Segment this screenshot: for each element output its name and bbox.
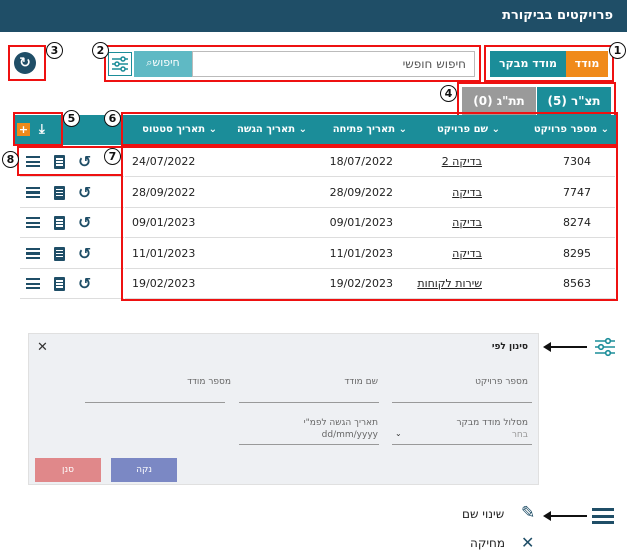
hamburger-menu-icon[interactable] bbox=[26, 217, 40, 228]
date-input-placeholder: dd/mm/yyyy bbox=[321, 430, 378, 440]
field-label: תאריך הגשה לפמ"י bbox=[303, 418, 378, 428]
row-actions: ↺ bbox=[20, 239, 124, 269]
document-icon[interactable] bbox=[54, 185, 65, 200]
badge-3: 3 bbox=[46, 42, 63, 59]
surveyor-name-input[interactable] bbox=[239, 402, 379, 403]
reviewer-route-select[interactable] bbox=[392, 444, 532, 445]
project-number-input[interactable] bbox=[392, 402, 532, 403]
document-icon[interactable] bbox=[54, 246, 65, 261]
document-icon[interactable] bbox=[54, 216, 65, 230]
chevron-down-icon: ⌄ bbox=[395, 429, 402, 438]
field-label: מספר מודד bbox=[187, 377, 231, 387]
delete-menu-item[interactable]: מחיקה bbox=[470, 536, 505, 550]
arrow-line bbox=[549, 346, 587, 348]
badge-4: 4 bbox=[440, 85, 457, 102]
highlight-3 bbox=[8, 45, 46, 81]
history-icon[interactable]: ↺ bbox=[78, 183, 91, 202]
pencil-icon: ✎ bbox=[521, 503, 536, 523]
highlight-8 bbox=[17, 146, 123, 176]
badge-5: 5 bbox=[63, 110, 80, 127]
filter-panel: ✕ סינון לפי מספר פרויקט שם מודד מספר מוד… bbox=[28, 333, 539, 485]
route-select-value: בחר bbox=[511, 430, 528, 440]
highlight-7 bbox=[121, 146, 618, 301]
badge-6: 6 bbox=[104, 110, 121, 127]
field-label: מספר פרויקט bbox=[475, 377, 528, 387]
highlight-2 bbox=[104, 45, 481, 82]
hamburger-menu-icon[interactable] bbox=[26, 186, 40, 198]
badge-2: 2 bbox=[92, 42, 109, 59]
row-actions: ↺ bbox=[20, 208, 124, 238]
delete-x-icon: ✕ bbox=[521, 533, 535, 552]
clear-button[interactable]: נקה bbox=[111, 458, 177, 482]
arrow-line bbox=[549, 515, 587, 517]
badge-1: 1 bbox=[609, 42, 626, 59]
hamburger-menu-icon bbox=[592, 508, 614, 524]
filter-button[interactable]: סנן bbox=[35, 458, 101, 482]
field-label: שם מודד bbox=[344, 377, 378, 387]
document-icon[interactable] bbox=[54, 277, 65, 291]
highlight-5 bbox=[13, 112, 63, 146]
page-title: פרויקטים בביקורת bbox=[502, 8, 613, 23]
badge-8: 8 bbox=[2, 151, 19, 168]
highlight-6 bbox=[121, 112, 618, 146]
hamburger-menu-icon[interactable] bbox=[26, 278, 40, 289]
history-icon[interactable]: ↺ bbox=[78, 244, 91, 263]
filter-sliders-icon bbox=[595, 337, 615, 357]
app-header: פרויקטים בביקורת bbox=[0, 0, 627, 32]
history-icon[interactable]: ↺ bbox=[78, 213, 91, 232]
field-label: מסלול מודד מבקר bbox=[456, 418, 528, 428]
highlight-1 bbox=[484, 45, 614, 82]
surveyor-number-input[interactable] bbox=[85, 402, 225, 403]
rename-menu-item[interactable]: שינוי שם bbox=[462, 507, 504, 521]
row-actions: ↺ bbox=[20, 178, 124, 208]
hamburger-menu-icon[interactable] bbox=[26, 247, 40, 259]
filter-panel-title: סינון לפי bbox=[491, 342, 528, 352]
submit-date-input[interactable] bbox=[239, 444, 379, 445]
row-actions: ↺ bbox=[20, 269, 124, 299]
close-icon[interactable]: ✕ bbox=[37, 340, 48, 355]
history-icon[interactable]: ↺ bbox=[78, 274, 91, 293]
